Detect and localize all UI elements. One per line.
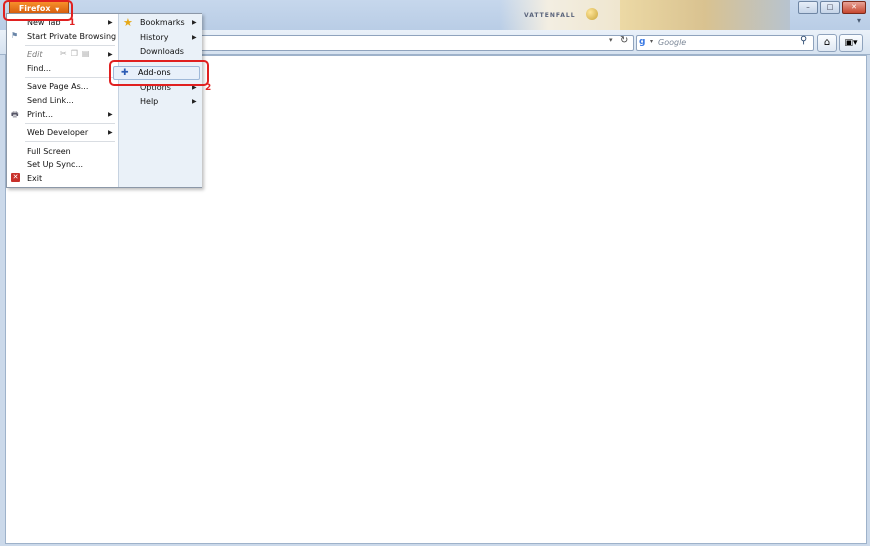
annotation-step-1: 1 [69, 18, 76, 28]
submenu-arrow-icon: ▶ [108, 111, 113, 118]
menu-separator [25, 77, 115, 78]
url-input[interactable] [200, 35, 634, 51]
star-icon: ★ [123, 16, 133, 29]
minimize-button[interactable]: – [798, 1, 818, 14]
maximize-button[interactable]: □ [820, 1, 840, 14]
close-button[interactable]: ✕ [842, 1, 866, 14]
search-placeholder: Google [658, 38, 687, 47]
menu-item-start-private-browsing[interactable]: Start Private Browsing [27, 32, 116, 41]
annotation-highlight-2 [109, 60, 209, 86]
printer-icon: 🖶 [11, 110, 19, 119]
menu-item-print[interactable]: Print... [27, 110, 53, 119]
window-controls: – □ ✕ [798, 1, 866, 14]
annotation-step-2: 2 [205, 83, 212, 93]
search-icon[interactable]: ⚲ [800, 35, 807, 46]
menu-item-help[interactable]: Help [140, 97, 158, 106]
brand-logo [586, 8, 598, 20]
menu-separator [25, 123, 115, 124]
submenu-arrow-icon: ▶ [108, 129, 113, 136]
edit-toolbar: ✂ ❐ ▤ [60, 49, 89, 58]
menu-item-save-page-as[interactable]: Save Page As... [27, 82, 88, 91]
menu-item-downloads[interactable]: Downloads [140, 47, 184, 56]
menu-item-history[interactable]: History [140, 33, 168, 42]
cut-icon[interactable]: ✂ [60, 49, 67, 58]
menu-separator [25, 45, 115, 46]
submenu-arrow-icon: ▶ [108, 51, 113, 58]
brand-logo-text: VATTENFALL [524, 12, 576, 19]
persona-background [620, 0, 790, 30]
home-button[interactable]: ⌂ [817, 34, 837, 52]
paste-icon[interactable]: ▤ [82, 49, 90, 58]
tab-list-dropdown-icon[interactable]: ▾ [857, 16, 861, 25]
google-g-icon[interactable]: g [639, 37, 649, 47]
home-icon: ⌂ [823, 37, 831, 48]
menu-item-exit[interactable]: Exit [27, 174, 42, 183]
firefox-app-menu: New Tab ▶ ⚑ Start Private Browsing Edit … [6, 13, 202, 188]
menu-item-full-screen[interactable]: Full Screen [27, 147, 71, 156]
app-menu-left-column: New Tab ▶ ⚑ Start Private Browsing Edit … [7, 14, 118, 187]
copy-icon[interactable]: ❐ [71, 49, 78, 58]
submenu-arrow-icon: ▶ [108, 19, 113, 26]
menu-item-web-developer[interactable]: Web Developer [27, 128, 88, 137]
reload-icon[interactable]: ↻ [620, 35, 628, 46]
exit-icon: ✕ [11, 173, 20, 182]
menu-item-find[interactable]: Find... [27, 64, 51, 73]
submenu-arrow-icon: ▶ [192, 34, 197, 41]
app-menu-right-column: ★ Bookmarks ▶ History ▶ Downloads Option… [118, 14, 202, 187]
bookmarks-icon: ▣▾ [844, 38, 858, 48]
search-engine-dropdown-icon[interactable]: ▾ [650, 38, 653, 45]
menu-item-edit[interactable]: Edit [27, 50, 43, 59]
annotation-highlight-1 [3, 0, 73, 21]
submenu-arrow-icon: ▶ [192, 19, 197, 26]
url-history-dropdown-icon[interactable]: ▾ [609, 36, 613, 44]
menu-separator [25, 141, 115, 142]
private-browsing-icon: ⚑ [11, 31, 19, 40]
menu-item-bookmarks[interactable]: Bookmarks [140, 18, 185, 27]
menu-item-set-up-sync[interactable]: Set Up Sync... [27, 160, 83, 169]
submenu-arrow-icon: ▶ [192, 98, 197, 105]
bookmarks-menu-button[interactable]: ▣▾ [839, 34, 863, 52]
menu-item-send-link[interactable]: Send Link... [27, 96, 74, 105]
